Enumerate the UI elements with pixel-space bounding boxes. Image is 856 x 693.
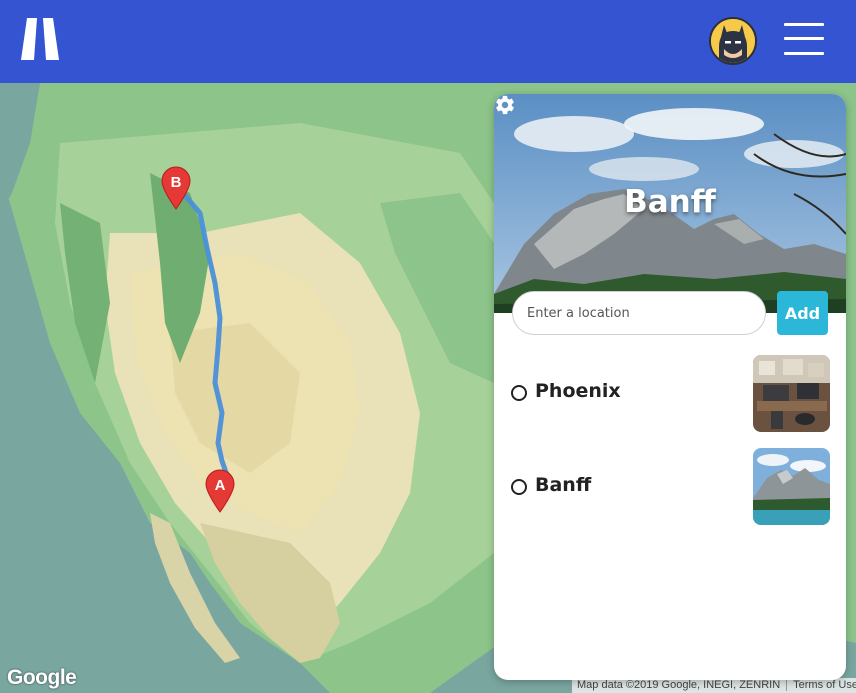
map-marker-a[interactable]: A (205, 469, 235, 513)
location-name: Banff (535, 474, 592, 496)
list-item-banff[interactable]: Banff (494, 448, 846, 526)
banff-thumbnail[interactable] (753, 448, 830, 525)
radio-phoenix[interactable] (511, 385, 527, 401)
radio-banff[interactable] (511, 479, 527, 495)
terms-link[interactable]: Terms of Use (793, 679, 856, 691)
map-data-text: Map data ©2019 Google, INEGI, ZENRIN (577, 679, 781, 691)
batman-avatar-icon[interactable] (709, 17, 757, 65)
marker-b-label: B (171, 174, 182, 191)
app-header (0, 0, 856, 83)
city-title: Banff (624, 184, 716, 220)
locations-panel: Banff Add Phoenix Banff (494, 94, 846, 680)
gear-icon[interactable] (494, 94, 516, 116)
location-input[interactable] (512, 291, 766, 335)
add-location-button[interactable]: Add (777, 291, 828, 335)
map-marker-b[interactable]: B (161, 166, 191, 210)
phoenix-thumbnail[interactable] (753, 355, 830, 432)
google-logo[interactable]: Google (7, 666, 77, 690)
marker-a-label: A (215, 477, 226, 494)
list-item-phoenix[interactable]: Phoenix (494, 354, 846, 432)
map-attribution: Map data ©2019 Google, INEGI, ZENRIN Term… (572, 678, 856, 693)
hamburger-menu-icon[interactable] (784, 23, 824, 55)
road-logo-icon[interactable] (21, 18, 59, 60)
banff-hero-image: Banff (494, 94, 846, 313)
location-name: Phoenix (535, 380, 621, 402)
